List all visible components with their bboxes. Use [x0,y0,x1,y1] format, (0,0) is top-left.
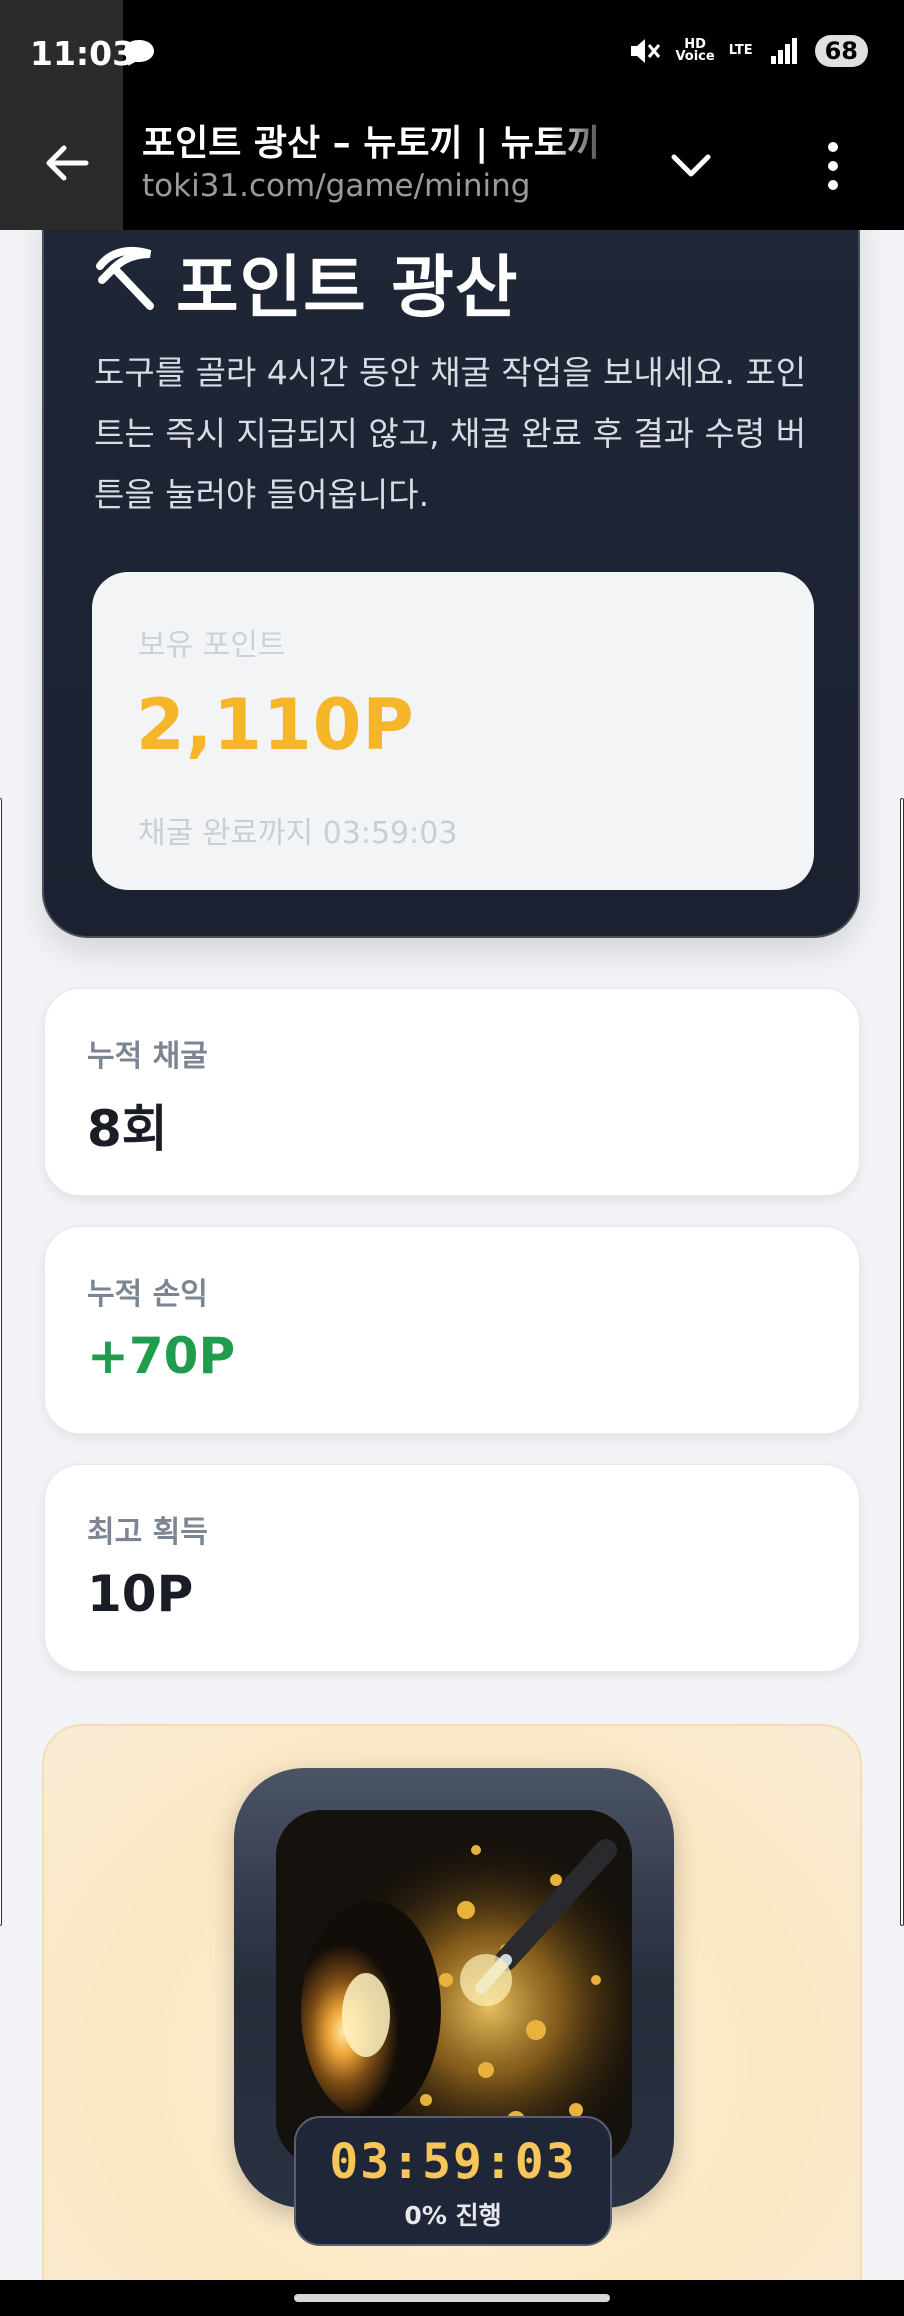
time-until-complete: 채굴 완료까지 03:59:03 [138,816,458,851]
stat-value: 8회 [87,1100,168,1158]
stat-card-best-gain: 최고 획득 10P [44,1464,860,1672]
home-gesture-pill[interactable] [294,2294,610,2302]
balance-label: 보유 포인트 [138,628,286,663]
hero-card: 포인트 광산 도구를 골라 4시간 동안 채굴 작업을 보내세요. 포인트는 즉… [42,230,860,938]
stat-card-total-profit: 누적 손익 +70P [44,1226,860,1434]
hero-description: 도구를 골라 4시간 동안 채굴 작업을 보내세요. 포인트는 즉시 지급되지 … [94,353,807,514]
browser-toolbar: 포인트 광산 – 뉴토끼 | 뉴토끼 toki31.com/game/minin… [0,110,904,230]
left-edge-handle [0,798,2,1926]
mine-scene-image [276,1810,632,2166]
stat-label: 누적 채굴 [87,1039,208,1074]
page-title: 포인트 광산 – 뉴토끼 | 뉴토끼 [142,123,601,164]
mining-status-card: 03:59:03 0% 진행 [42,1724,862,2280]
battery-indicator: 68 [814,35,868,67]
right-edge-handle [900,798,904,1926]
stat-value: +70P [87,1327,236,1385]
stat-value: 10P [87,1565,194,1623]
chevron-down-icon[interactable] [668,142,714,188]
pickaxe-icon [96,246,154,310]
status-icons: HD Voice LTE 68 [627,34,868,68]
hero-title: 포인트 광산 [176,249,519,328]
url-text[interactable]: toki31.com/game/mining [142,168,530,204]
page-content: 포인트 광산 도구를 골라 4시간 동안 채굴 작업을 보내세요. 포인트는 즉… [0,230,904,2280]
balance-card: 보유 포인트 2,110P 채굴 완료까지 03:59:03 [92,572,814,890]
gold-tunnel-illustration [276,1810,632,2166]
stat-card-total-mining: 누적 채굴 8회 [44,988,860,1196]
mute-icon [631,39,661,63]
stat-label: 누적 손익 [87,1277,208,1312]
status-time: 11:03 [30,34,136,73]
signal-icon [770,38,797,64]
hd-voice-label: HD Voice [675,37,715,64]
balance-value: 2,110P [136,684,415,766]
message-bubble-icon [124,40,154,66]
more-menu-icon[interactable] [818,138,848,194]
system-nav-bar [0,2280,904,2316]
stat-label: 최고 획득 [87,1515,208,1550]
mining-timer-box: 03:59:03 0% 진행 [294,2116,612,2246]
mining-progress-text: 0% 진행 [404,2201,502,2230]
lte-label: LTE [728,43,753,58]
status-bar: 11:03 HD Voice LTE 68 [0,0,904,230]
mining-timer: 03:59:03 [329,2134,577,2190]
back-arrow-icon [46,145,89,181]
back-button[interactable] [0,110,123,230]
